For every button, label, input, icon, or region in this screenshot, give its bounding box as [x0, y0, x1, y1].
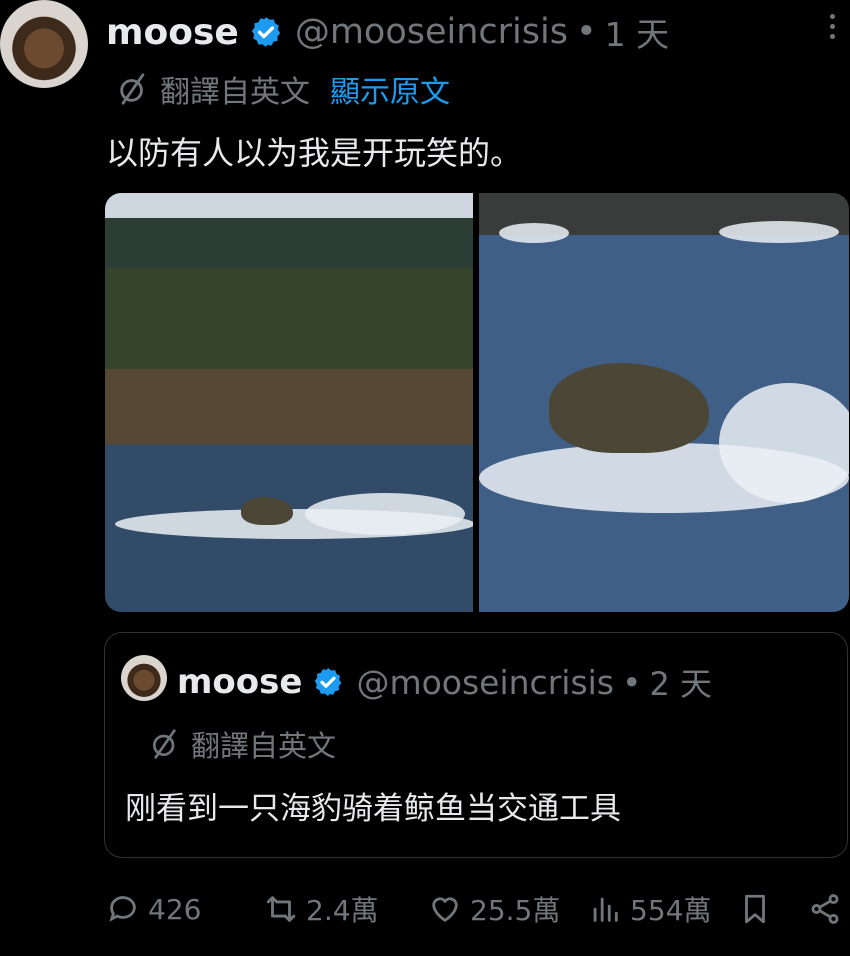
views-button[interactable]: 554萬	[588, 886, 711, 932]
post-media[interactable]	[105, 193, 849, 612]
translation-row: 翻譯自英文 顯示原文	[116, 64, 450, 114]
verified-badge-icon	[315, 668, 342, 696]
quoted-translation-row: 翻譯自英文	[149, 723, 336, 765]
reply-icon	[109, 896, 136, 922]
views-chart-icon	[593, 897, 618, 922]
show-original-link[interactable]: 顯示原文	[330, 67, 450, 111]
action-bar: 426 2.4萬 25.5萬 554萬	[106, 886, 850, 932]
quoted-post[interactable]: moose @mooseincrisis • 2 天 翻譯自英文 刚看到一只海豹…	[104, 632, 848, 858]
repost-count: 2.4萬	[306, 894, 379, 927]
separator-dot: •	[622, 662, 642, 702]
more-options-icon[interactable]	[830, 14, 838, 44]
reply-count: 426	[148, 892, 202, 926]
post-text: 以防有人以为我是开玩笑的。	[106, 134, 523, 172]
quoted-author-handle: @mooseincrisis	[356, 662, 614, 702]
translate-icon	[120, 73, 145, 105]
post-time[interactable]: 1 天	[605, 8, 670, 56]
view-count: 554萬	[630, 894, 712, 927]
like-count: 25.5萬	[470, 894, 561, 927]
like-button[interactable]: 25.5萬	[428, 886, 560, 932]
quoted-author-name: moose	[177, 662, 303, 702]
repost-button[interactable]: 2.4萬	[264, 886, 379, 932]
seal-photo-closeup[interactable]	[479, 193, 849, 612]
separator-dot: •	[575, 12, 597, 52]
repost-icon	[266, 896, 296, 922]
author-name[interactable]: moose	[106, 12, 239, 53]
reply-button[interactable]: 426	[106, 886, 201, 932]
translate-icon	[153, 729, 176, 759]
translated-label: 翻譯自英文	[160, 75, 310, 110]
seal-photo-wide[interactable]	[105, 193, 473, 612]
author-handle[interactable]: @mooseincrisis	[295, 12, 568, 52]
bookmark-icon	[745, 894, 765, 924]
quoted-header: moose @mooseincrisis • 2 天	[177, 659, 712, 705]
quoted-post-time: 2 天	[649, 665, 713, 703]
quoted-translated-label: 翻譯自英文	[191, 729, 337, 763]
bookmark-button[interactable]	[738, 886, 780, 932]
heart-icon	[432, 897, 458, 923]
avatar[interactable]	[0, 0, 88, 88]
quoted-avatar[interactable]	[121, 655, 167, 701]
post-header: moose @mooseincrisis • 1 天	[106, 8, 669, 56]
share-icon	[811, 894, 839, 924]
quoted-post-text: 刚看到一只海豹骑着鲸鱼当交通工具	[125, 791, 621, 827]
share-button[interactable]	[808, 886, 850, 932]
verified-badge-icon	[251, 17, 280, 47]
